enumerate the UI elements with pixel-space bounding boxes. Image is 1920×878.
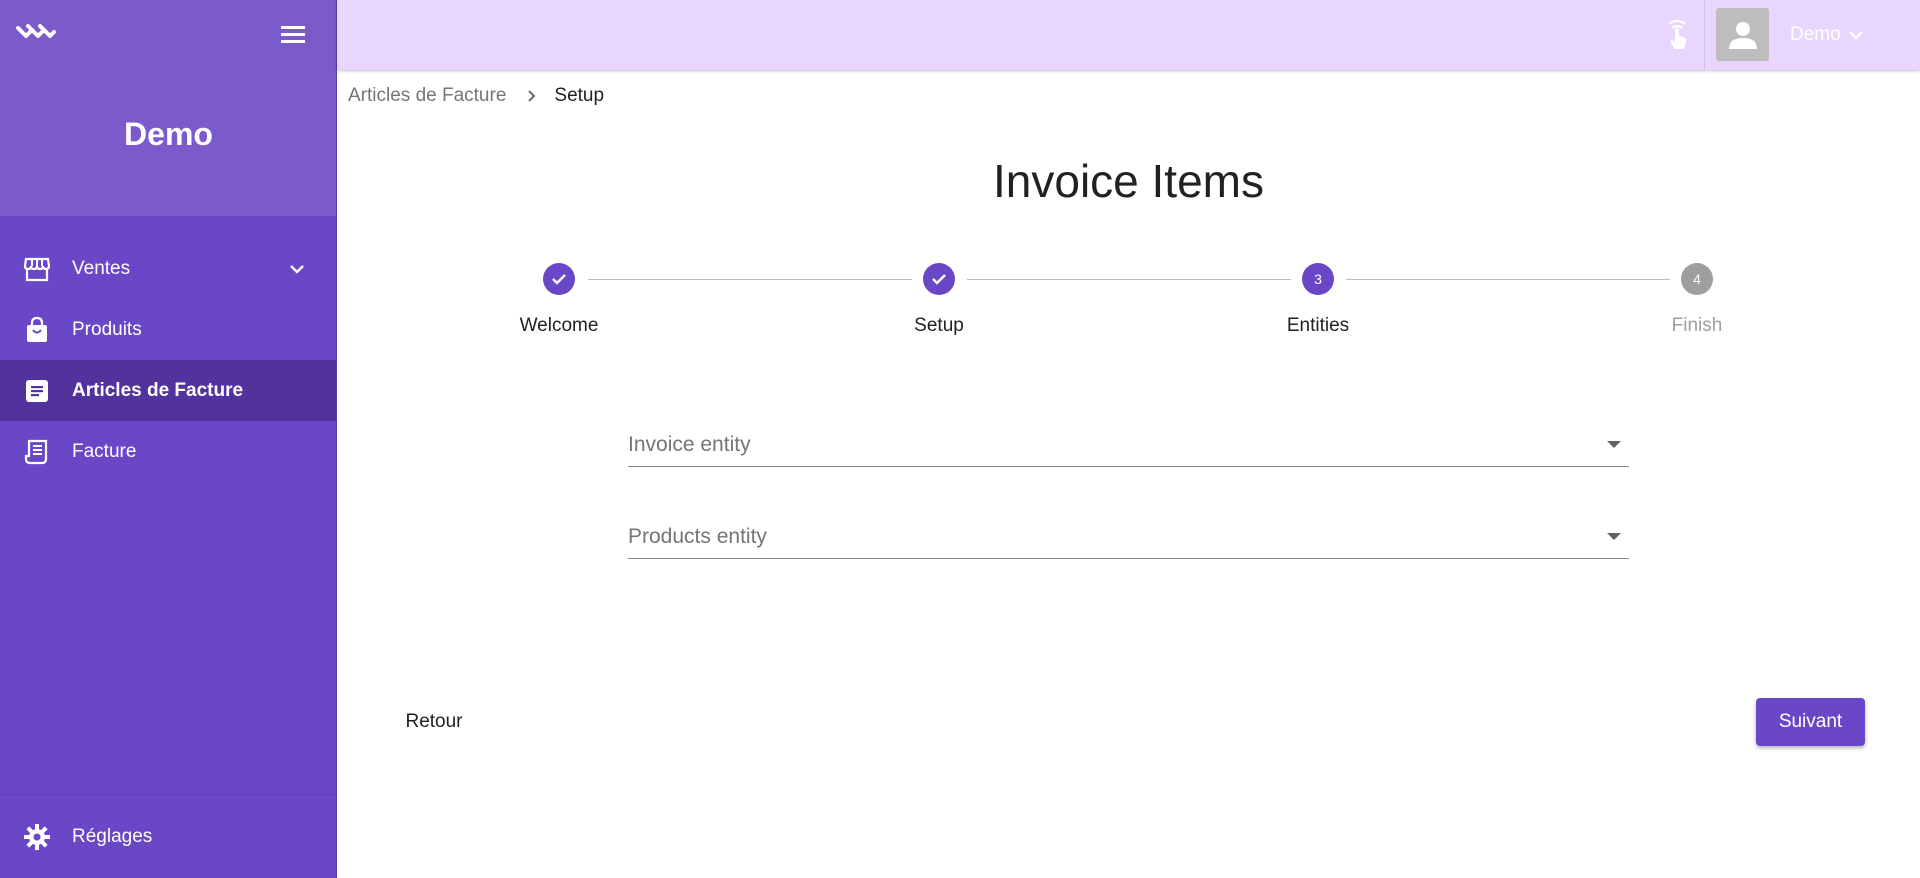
receipt-icon xyxy=(22,437,52,467)
step-label: Entities xyxy=(1286,315,1350,336)
chevron-down-icon xyxy=(290,265,304,274)
sidebar-item-articles-de-facture[interactable]: Articles de Facture xyxy=(0,360,336,421)
header-divider xyxy=(1704,0,1705,70)
breadcrumb-link[interactable]: Articles de Facture xyxy=(348,85,506,107)
sidebar: Demo Ventes Produits Articles de Facture… xyxy=(0,0,337,878)
avatar[interactable] xyxy=(1716,8,1769,61)
breadcrumb: Articles de Facture Setup xyxy=(348,85,604,107)
chevron-right-icon xyxy=(524,89,538,103)
user-menu[interactable]: Demo xyxy=(1790,24,1865,46)
dropdown-arrow-icon xyxy=(1607,441,1621,448)
sidebar-item-label: Ventes xyxy=(72,257,131,279)
page-title: Invoice Items xyxy=(993,155,1264,207)
back-button[interactable]: Retour xyxy=(388,698,480,746)
products-entity-select[interactable]: Products entity xyxy=(628,515,1629,559)
sidebar-item-label: Facture xyxy=(72,440,137,462)
step-number: 3 xyxy=(1302,263,1334,295)
next-button[interactable]: Suivant xyxy=(1756,698,1865,746)
step-entities[interactable]: 3 Entities xyxy=(1238,263,1398,337)
step-finish[interactable]: 4 Finish xyxy=(1617,263,1777,337)
article-icon xyxy=(22,376,52,406)
invoice-entity-select[interactable]: Invoice entity xyxy=(628,423,1629,467)
step-number: 4 xyxy=(1681,263,1713,295)
sidebar-item-produits[interactable]: Produits xyxy=(0,299,336,360)
menu-icon[interactable] xyxy=(278,22,308,46)
settings-label: Réglages xyxy=(72,825,153,847)
sidebar-item-reglages[interactable]: Réglages xyxy=(0,794,336,878)
sidebar-item-ventes[interactable]: Ventes xyxy=(0,238,336,299)
invoice-entity-label: Invoice entity xyxy=(628,433,751,456)
check-icon xyxy=(923,263,955,295)
sidebar-item-label: Produits xyxy=(72,318,142,340)
person-icon xyxy=(1728,21,1757,49)
sidebar-item-facture[interactable]: Facture xyxy=(0,421,336,482)
products-entity-label: Products entity xyxy=(628,525,767,548)
brand-name: Demo xyxy=(124,116,213,152)
top-bar: Demo xyxy=(337,0,1920,70)
dropdown-arrow-icon xyxy=(1607,533,1621,540)
chevron-down-icon xyxy=(1848,31,1863,40)
store-icon xyxy=(22,254,52,284)
sidebar-nav: Ventes Produits Articles de Facture Fact… xyxy=(0,238,336,482)
check-icon xyxy=(543,263,575,295)
sidebar-item-label: Articles de Facture xyxy=(72,379,244,401)
step-label: Finish xyxy=(1671,315,1723,336)
breadcrumb-current: Setup xyxy=(554,85,605,106)
sidebar-header: Demo xyxy=(0,0,336,216)
user-name: Demo xyxy=(1790,24,1841,45)
step-setup[interactable]: Setup xyxy=(859,263,1019,337)
touch-gesture-icon[interactable] xyxy=(1660,18,1694,52)
gear-icon xyxy=(22,822,52,852)
step-welcome[interactable]: Welcome xyxy=(479,263,639,337)
logo-icon xyxy=(16,24,56,38)
step-label: Setup xyxy=(914,315,964,336)
shopping-bag-icon xyxy=(22,315,52,345)
step-label: Welcome xyxy=(519,315,599,336)
